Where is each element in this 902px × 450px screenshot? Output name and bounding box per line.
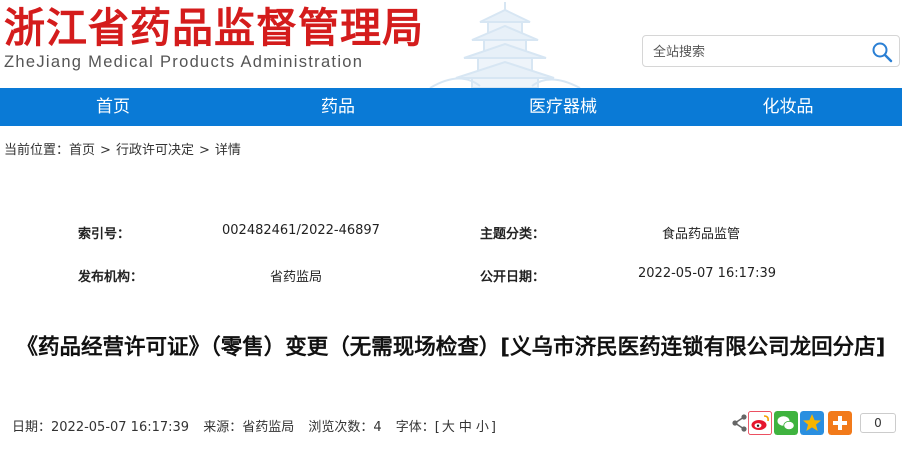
weibo-icon[interactable] bbox=[748, 411, 772, 435]
main-nav: 首页 药品 医疗器械 化妆品 bbox=[0, 88, 902, 126]
font-size-medium[interactable]: 中 bbox=[459, 420, 472, 435]
breadcrumb-separator: > bbox=[198, 143, 210, 158]
nav-item-medical-devices[interactable]: 医疗器械 bbox=[483, 88, 643, 126]
breadcrumb-current: 详情 bbox=[214, 143, 241, 158]
nav-item-home[interactable]: 首页 bbox=[33, 88, 193, 126]
wechat-icon[interactable] bbox=[774, 411, 798, 435]
nav-item-drugs[interactable]: 药品 bbox=[258, 88, 418, 126]
font-size-prefix: 字体：[ bbox=[395, 420, 440, 435]
more-share-icon[interactable] bbox=[828, 411, 852, 435]
meta-publisher-label: 发布机构： bbox=[78, 270, 144, 285]
article-title: 《药品经营许可证》（零售）变更（无需现场检查）[义乌市济民医药连锁有限公司龙回分… bbox=[16, 335, 886, 360]
share-count: 0 bbox=[860, 413, 896, 433]
breadcrumb: 当前位置：首页 > 行政许可决定 > 详情 bbox=[4, 139, 241, 158]
meta-topic-label: 主题分类： bbox=[480, 227, 546, 242]
meta-index-label: 索引号： bbox=[78, 227, 131, 242]
article-info: 日期：2022-05-07 16:17:39 来源：省药监局 浏览次数：4 字体… bbox=[12, 416, 506, 435]
article-date: 日期：2022-05-07 16:17:39 bbox=[12, 420, 190, 435]
font-size-large[interactable]: 大 bbox=[442, 420, 455, 435]
search-box bbox=[642, 35, 900, 67]
breadcrumb-prefix: 当前位置： bbox=[4, 143, 70, 158]
font-size-small[interactable]: 小 bbox=[476, 420, 489, 435]
breadcrumb-home-link[interactable]: 首页 bbox=[69, 143, 95, 158]
meta-publisher-value: 省药监局 bbox=[270, 270, 323, 285]
breadcrumb-category-link[interactable]: 行政许可决定 bbox=[116, 143, 194, 158]
search-icon[interactable] bbox=[871, 41, 893, 63]
site-logo-en: ZheJiang Medical Products Administration bbox=[4, 53, 364, 71]
article-source: 来源：省药监局 bbox=[203, 420, 295, 435]
site-header: 浙江省药品监督管理局 ZheJiang Medical Products Adm… bbox=[0, 0, 902, 88]
nav-item-cosmetics[interactable]: 化妆品 bbox=[708, 88, 868, 126]
meta-index-value: 002482461/2022-46897 bbox=[222, 223, 380, 238]
search-input[interactable] bbox=[653, 42, 868, 62]
meta-date-label: 公开日期： bbox=[480, 270, 546, 285]
font-size-control: 字体：[大中小] bbox=[396, 420, 496, 435]
qzone-icon[interactable] bbox=[800, 411, 824, 435]
font-size-suffix: ] bbox=[490, 420, 496, 435]
article-views: 浏览次数：4 bbox=[308, 420, 382, 435]
meta-topic-value: 食品药品监管 bbox=[662, 227, 741, 242]
meta-date-value: 2022-05-07 16:17:39 bbox=[638, 266, 777, 281]
breadcrumb-separator: > bbox=[100, 143, 111, 158]
pagoda-watermark bbox=[429, 2, 581, 88]
site-logo-cn[interactable]: 浙江省药品监督管理局 bbox=[4, 4, 424, 52]
